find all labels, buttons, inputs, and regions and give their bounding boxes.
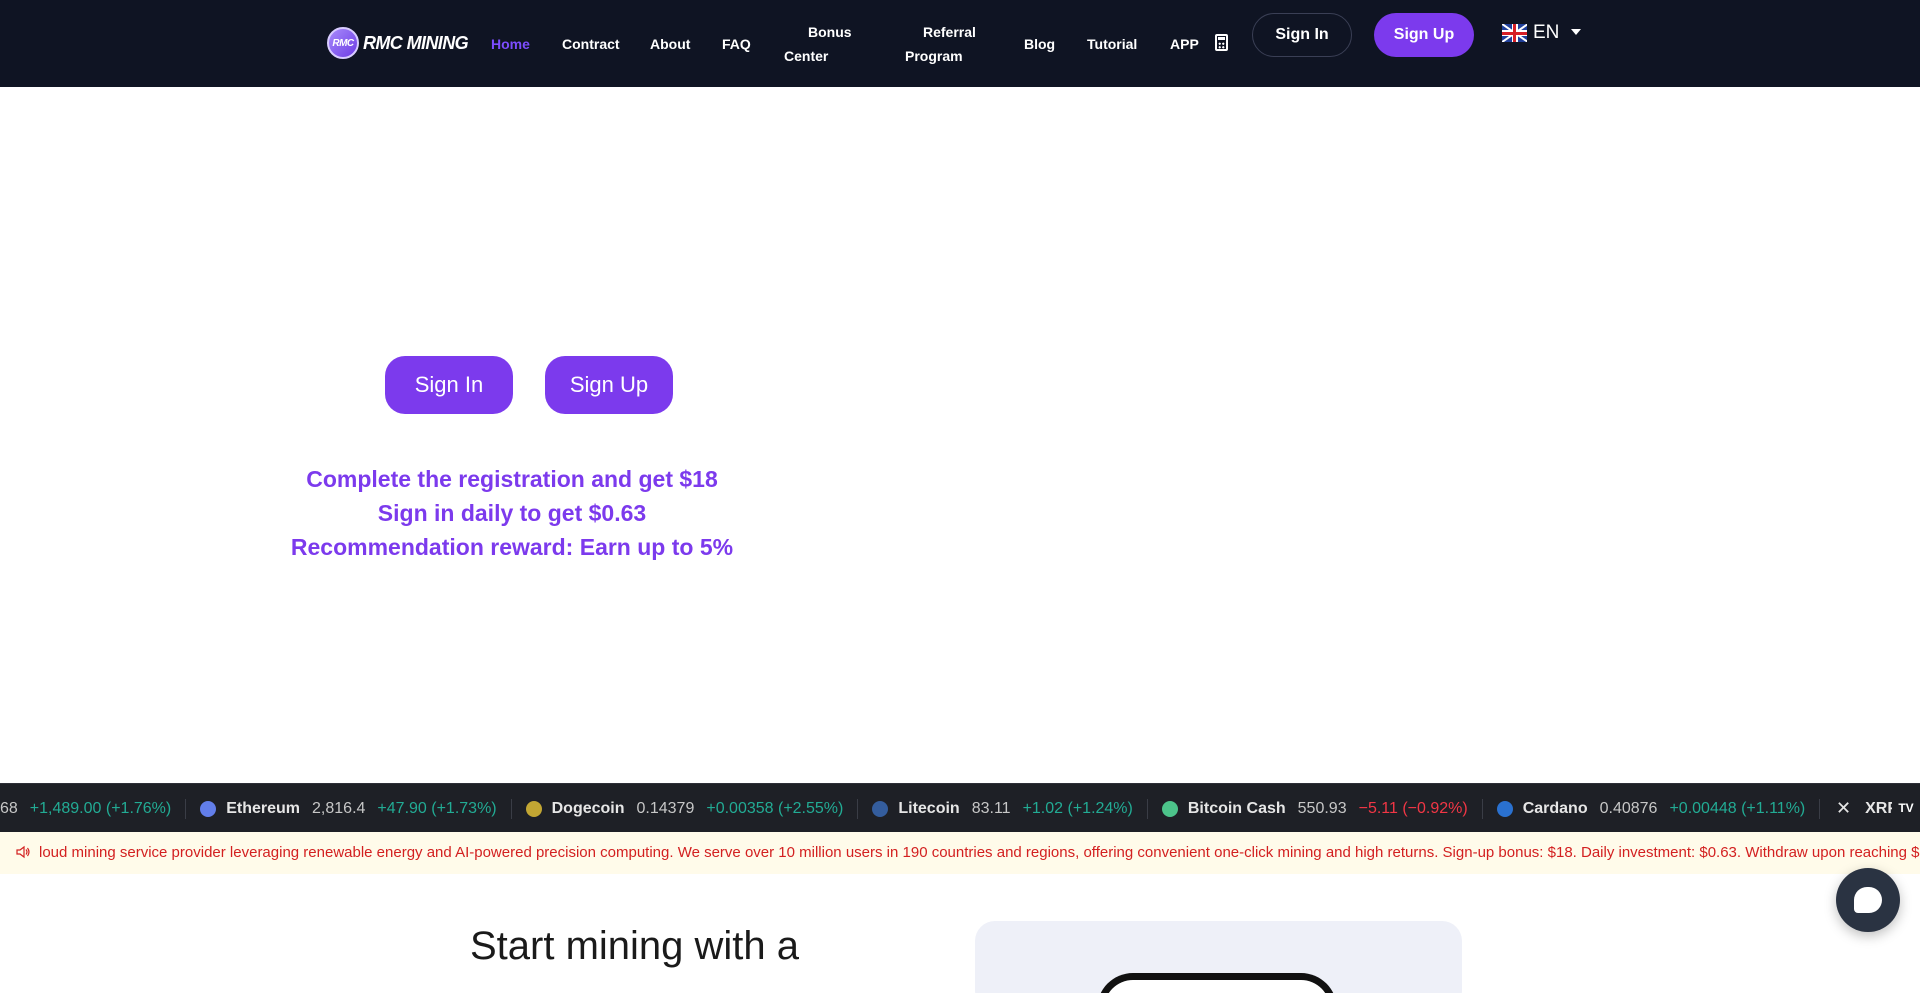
- nav-referral-line1: Referral: [923, 24, 976, 40]
- ticker-name: Dogecoin: [551, 799, 625, 817]
- nav-tutorial[interactable]: Tutorial: [1087, 32, 1137, 56]
- app-preview-card: [975, 921, 1462, 993]
- xrp-icon: ✕: [1836, 798, 1852, 818]
- ticker-name: Litecoin: [898, 799, 960, 817]
- cardano-icon: [1496, 800, 1513, 817]
- ticker-change: +0.00358 (+2.55%): [706, 799, 844, 817]
- caret-down-icon: [1571, 29, 1582, 35]
- nav-faq[interactable]: FAQ: [722, 32, 751, 56]
- ticker-item-litecoin[interactable]: Litecoin 83.11 +1.02 (+1.24%): [858, 798, 1148, 819]
- announcement-text: loud mining service provider leveraging …: [39, 844, 1920, 861]
- nav-blog[interactable]: Blog: [1024, 32, 1055, 56]
- nav-referral-program[interactable]: Referral Program: [905, 20, 995, 68]
- hero-sign-up-button[interactable]: Sign Up: [545, 356, 673, 414]
- uk-flag-icon: [1502, 24, 1527, 42]
- ticker-price: 2,816.4: [312, 799, 366, 817]
- ticker-item-lead[interactable]: 68 +1,489.00 (+1.76%): [0, 798, 187, 819]
- promo-daily: Sign in daily to get $0.63: [377, 500, 647, 526]
- speaker-icon: [16, 845, 30, 859]
- nav-bonus-center-line1: Bonus: [808, 24, 852, 40]
- logo-text: RMC MINING: [363, 32, 469, 53]
- ethereum-icon: [200, 800, 217, 817]
- tradingview-icon[interactable]: TV: [1892, 797, 1920, 819]
- logo-mark: RMC: [327, 27, 359, 59]
- calculator-icon[interactable]: [1215, 34, 1228, 51]
- crypto-ticker: 68 +1,489.00 (+1.76%) Ethereum 2,816.4 +…: [0, 783, 1920, 832]
- ticker-change: +47.90 (+1.73%): [377, 799, 497, 817]
- litecoin-icon: [872, 800, 889, 817]
- ticker-price: 0.40876: [1599, 799, 1658, 817]
- nav-app[interactable]: APP: [1170, 32, 1199, 56]
- language-selector[interactable]: EN: [1502, 22, 1582, 44]
- promo-text: Complete the registration and get $18 Si…: [248, 462, 776, 564]
- ticker-change: +1.02 (+1.24%): [1022, 799, 1133, 817]
- ticker-price: 0.14379: [636, 799, 695, 817]
- chat-button[interactable]: [1836, 868, 1900, 932]
- nav-contract[interactable]: Contract: [562, 32, 620, 56]
- ticker-change: +1,489.00 (+1.76%): [29, 799, 172, 817]
- ticker-name: Ethereum: [226, 799, 301, 817]
- nav-bonus-center-line2: Center: [784, 48, 829, 64]
- nav-sign-up-button[interactable]: Sign Up: [1374, 13, 1474, 57]
- nav-home[interactable]: Home: [491, 32, 530, 56]
- ticker-item-ethereum[interactable]: Ethereum 2,816.4 +47.90 (+1.73%): [186, 798, 512, 819]
- ticker-item-dogecoin[interactable]: Dogecoin 0.14379 +0.00358 (+2.55%): [512, 798, 859, 819]
- ticker-change: −5.11 (−0.92%): [1358, 799, 1468, 817]
- hero-sign-in-button[interactable]: Sign In: [385, 356, 513, 414]
- phone-mockup: [1097, 973, 1337, 993]
- nav-referral-line2: Program: [905, 48, 963, 64]
- ticker-name: Cardano: [1522, 799, 1588, 817]
- dogecoin-icon: [525, 800, 542, 817]
- ticker-price: 68: [0, 799, 18, 817]
- ticker-row: 68 +1,489.00 (+1.76%) Ethereum 2,816.4 +…: [0, 784, 1821, 832]
- nav-about[interactable]: About: [650, 32, 690, 56]
- ticker-name: Bitcoin Cash: [1187, 799, 1286, 817]
- nav-sign-in-button[interactable]: Sign In: [1252, 13, 1352, 57]
- section-title: Start mining with a: [470, 924, 800, 968]
- top-navbar: RMC RMC MINING Home Contract About FAQ B…: [0, 0, 1920, 87]
- ticker-price: 83.11: [971, 799, 1011, 817]
- promo-registration: Complete the registration and get $18: [306, 466, 718, 492]
- announcement-bar: loud mining service provider leveraging …: [0, 832, 1920, 874]
- promo-referral: Recommendation reward: Earn up to 5%: [290, 534, 734, 560]
- ticker-item-bitcoin-cash[interactable]: Bitcoin Cash 550.93 −5.11 (−0.92%): [1148, 798, 1483, 819]
- bitcoin-cash-icon: [1161, 800, 1178, 817]
- ticker-price: 550.93: [1297, 799, 1347, 817]
- logo[interactable]: RMC RMC MINING: [327, 27, 469, 59]
- language-label: EN: [1533, 22, 1560, 43]
- ticker-change: +0.00448 (+1.11%): [1669, 799, 1806, 817]
- chat-bubble-icon: [1854, 887, 1882, 913]
- ticker-item-cardano[interactable]: Cardano 0.40876 +0.00448 (+1.11%): [1483, 798, 1821, 819]
- nav-bonus-center[interactable]: Bonus Center: [784, 20, 874, 68]
- ticker-tail: ✕ XRP: [1832, 784, 1898, 832]
